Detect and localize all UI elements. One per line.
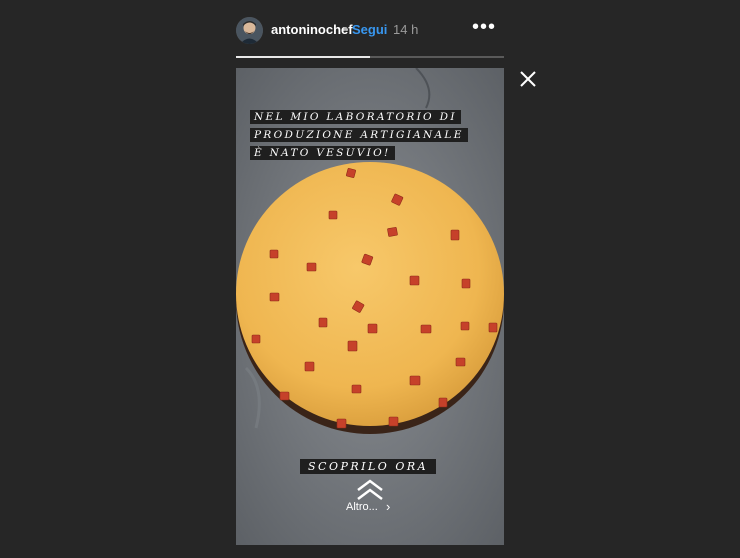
separator-dot: • xyxy=(343,21,348,36)
post-time: 14 h xyxy=(393,22,419,37)
story-progress-fill xyxy=(236,56,370,58)
more-options-icon[interactable]: ••• xyxy=(472,16,496,39)
caption-line: È NATO VESUVIO! xyxy=(250,146,395,160)
follow-button[interactable]: Segui xyxy=(352,22,387,37)
user-avatar[interactable] xyxy=(236,17,263,44)
chevron-right-icon[interactable]: › xyxy=(386,499,390,514)
caption-line: NEL MIO LABORATORIO DI xyxy=(250,110,461,124)
username-link[interactable]: antoninochef xyxy=(271,22,353,37)
cta-label[interactable]: SCOPRILO ORA xyxy=(300,459,437,474)
see-more-link[interactable]: Altro... xyxy=(346,501,378,513)
story-media[interactable]: NEL MIO LABORATORIO DI PRODUZIONE ARTIGI… xyxy=(236,68,504,545)
story-progress-track xyxy=(236,56,504,58)
double-chevron-up-icon[interactable] xyxy=(354,478,386,502)
caption-line: PRODUZIONE ARTIGIANALE xyxy=(250,128,468,142)
close-icon[interactable] xyxy=(517,68,539,90)
story-header: antoninochef • Segui 14 h ••• xyxy=(236,14,504,48)
